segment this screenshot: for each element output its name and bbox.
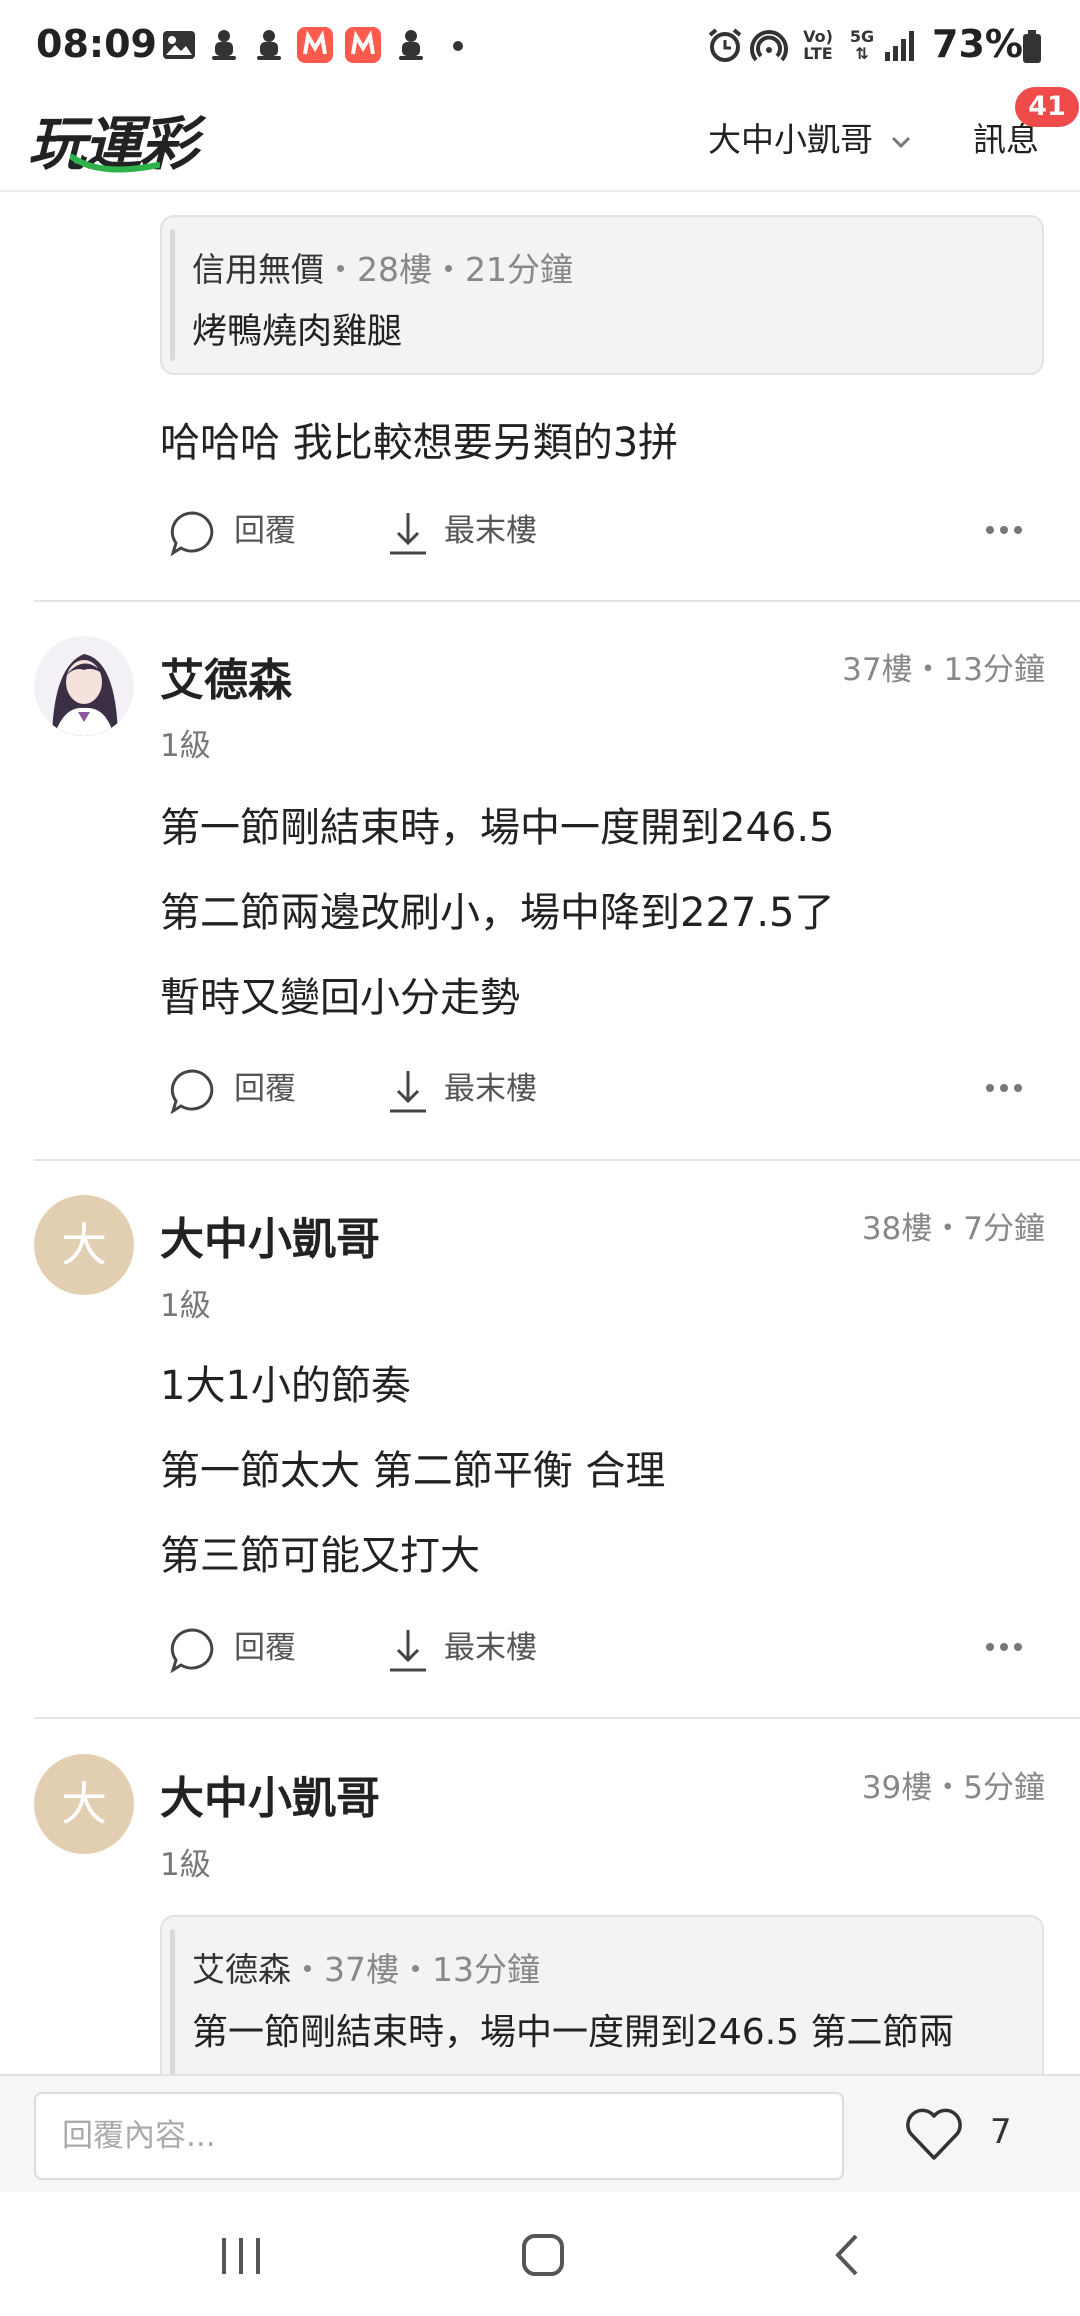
last-floor-button[interactable]: 最末樓 — [386, 505, 537, 557]
post-text-line: 1大1小的節奏 — [160, 1363, 411, 1409]
system-nav-bar — [0, 2192, 1080, 2316]
reply-button[interactable]: 回覆 — [168, 505, 296, 557]
quote-author: 艾德森 — [192, 1950, 291, 1989]
home-icon[interactable] — [520, 2232, 566, 2278]
avatar[interactable]: 大 — [34, 1195, 134, 1295]
user-level: 1級 — [160, 1288, 211, 1324]
logo-swoosh-icon — [70, 154, 160, 173]
signal-icon — [885, 31, 914, 61]
user-menu[interactable]: 大中小凱哥 — [708, 113, 912, 161]
download-arrow-icon — [390, 1629, 426, 1671]
post-text-line: 第一節剛結束時，場中一度開到246.5 — [160, 805, 835, 851]
alarm-icon — [708, 28, 742, 62]
download-arrow-icon — [390, 1070, 426, 1112]
download-arrow-icon — [390, 512, 426, 554]
quote-meta: 信用無價・28樓・21分鐘 — [192, 243, 573, 291]
last-floor-button[interactable]: 最末樓 — [386, 1063, 537, 1115]
quoted-reply[interactable]: 艾德森・37樓・13分鐘 第一節剛結束時，場中一度開到246.5 第二節兩 — [160, 1915, 1044, 2090]
heart-icon[interactable] — [904, 2106, 964, 2162]
reply-bar: 7 — [0, 2074, 1080, 2194]
post-text-line: 第一節太大 第二節平衡 合理 — [160, 1448, 666, 1494]
hotspot-icon — [750, 30, 788, 62]
last-floor-button[interactable]: 最末樓 — [386, 1622, 537, 1674]
avatar-image — [34, 636, 134, 736]
data-arrows-icon: ⇅ — [855, 44, 869, 63]
app-m-icon — [345, 27, 381, 63]
quoted-reply[interactable]: 信用無價・28樓・21分鐘 烤鴨燒肉雞腿 — [160, 215, 1044, 375]
last-floor-label: 最末樓 — [444, 1071, 537, 1107]
post-divider — [34, 1159, 1080, 1161]
battery-percent: 73% — [932, 22, 1023, 66]
app-header: 玩運彩 大中小凱哥 訊息 41 — [0, 87, 1080, 192]
user-level: 1級 — [160, 1847, 211, 1883]
author-name[interactable]: 大中小凱哥 — [160, 1203, 380, 1267]
user-name: 大中小凱哥 — [708, 120, 873, 159]
reply-label: 回覆 — [234, 513, 296, 549]
battery-icon — [1023, 30, 1041, 63]
quote-floor-time: ・28樓・21分鐘 — [324, 250, 573, 289]
floor-meta: 38樓・7分鐘 — [861, 1211, 1045, 1247]
user-level: 1級 — [160, 728, 211, 764]
post-divider — [34, 600, 1080, 602]
more-options-icon[interactable] — [984, 1637, 1024, 1657]
post-text-line: 暫時又變回小分走勢 — [160, 975, 520, 1021]
quote-text: 烤鴨燒肉雞腿 — [192, 312, 403, 352]
5g-icon: 5G ⇅ — [848, 28, 876, 62]
last-floor-label: 最末樓 — [444, 513, 537, 549]
last-floor-label: 最末樓 — [444, 1630, 537, 1666]
comment-icon — [170, 1627, 214, 1673]
quote-meta: 艾德森・37樓・13分鐘 — [192, 1943, 540, 1991]
status-bar: 08:09 Vo) LTE 5G ⇅ 73% — [0, 0, 1080, 95]
avatar[interactable]: 大 — [34, 1754, 134, 1854]
comment-icon — [170, 510, 214, 556]
post-divider — [34, 1717, 1080, 1719]
status-time: 08:09 — [36, 22, 157, 66]
more-options-icon[interactable] — [984, 520, 1024, 540]
reply-button[interactable]: 回覆 — [168, 1622, 296, 1674]
more-options-icon[interactable] — [984, 1078, 1024, 1098]
volte-top-text: Vo) — [803, 27, 833, 46]
volte-icon: Vo) LTE — [800, 28, 836, 62]
messages-badge: 41 — [1015, 87, 1079, 127]
android-icon — [399, 30, 423, 60]
chevron-down-icon — [891, 136, 910, 148]
android-icon — [257, 30, 281, 60]
quote-text: 第一節剛結束時，場中一度開到246.5 第二節兩 — [192, 2012, 955, 2053]
quote-bar — [170, 229, 175, 361]
quote-bar — [170, 1929, 175, 2076]
reply-label: 回覆 — [234, 1630, 296, 1666]
recent-apps-icon[interactable] — [218, 2236, 264, 2276]
image-icon — [163, 31, 195, 59]
floor-meta: 39樓・5分鐘 — [861, 1770, 1045, 1806]
reply-button[interactable]: 回覆 — [168, 1063, 296, 1115]
reply-input[interactable] — [34, 2092, 844, 2180]
quote-author: 信用無價 — [192, 250, 324, 289]
app-m-icon — [297, 27, 333, 63]
comment-icon — [170, 1068, 214, 1114]
post-text-line: 哈哈哈 我比較想要另類的3拼 — [160, 420, 679, 466]
5g-text: 5G — [849, 27, 875, 46]
dot-icon — [453, 41, 463, 51]
reply-label: 回覆 — [234, 1071, 296, 1107]
quote-floor-time: ・37樓・13分鐘 — [291, 1950, 540, 1989]
volte-bottom-text: LTE — [803, 44, 833, 63]
post-text-line: 第二節兩邊改刷小，場中降到227.5了 — [160, 890, 835, 936]
author-name[interactable]: 艾德森 — [160, 644, 292, 708]
like-count: 7 — [990, 2112, 1012, 2152]
author-name[interactable]: 大中小凱哥 — [160, 1762, 380, 1826]
back-icon[interactable] — [832, 2232, 862, 2278]
android-icon — [212, 30, 236, 60]
avatar[interactable] — [34, 636, 134, 736]
post-text-line: 第三節可能又打大 — [160, 1533, 480, 1579]
floor-meta: 37樓・13分鐘 — [842, 652, 1045, 688]
